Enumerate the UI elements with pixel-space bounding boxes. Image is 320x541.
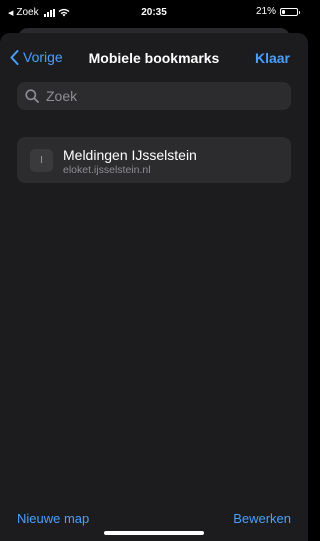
battery-level-fill [282, 9, 285, 14]
status-bar: ◀ Zoek 20:35 21% [0, 0, 308, 26]
bottom-toolbar: Nieuwe map Bewerken [0, 511, 308, 531]
search-icon [25, 89, 39, 103]
battery-icon [280, 7, 300, 16]
bookmarks-sheet: Vorige Mobiele bookmarks Klaar I Melding… [0, 33, 308, 541]
search-input[interactable] [44, 87, 268, 105]
search-bar[interactable] [17, 82, 291, 110]
favicon: I [30, 149, 53, 172]
done-button[interactable]: Klaar [255, 50, 290, 66]
new-folder-button[interactable]: Nieuwe map [17, 511, 89, 526]
bookmark-item[interactable]: I Meldingen IJsselstein eloket.ijsselste… [17, 137, 291, 183]
battery-status: 21% [255, 6, 300, 17]
edit-button[interactable]: Bewerken [233, 511, 291, 526]
battery-percent: 21% [255, 6, 276, 17]
screen: ◀ Zoek 20:35 21% Vorige Mobiele bookmark… [0, 0, 308, 541]
bookmark-title: Meldingen IJsselstein [63, 147, 197, 163]
navigation-bar: Vorige Mobiele bookmarks Klaar [0, 33, 308, 83]
bookmark-url: eloket.ijsselstein.nl [63, 164, 151, 176]
home-indicator[interactable] [104, 531, 204, 535]
